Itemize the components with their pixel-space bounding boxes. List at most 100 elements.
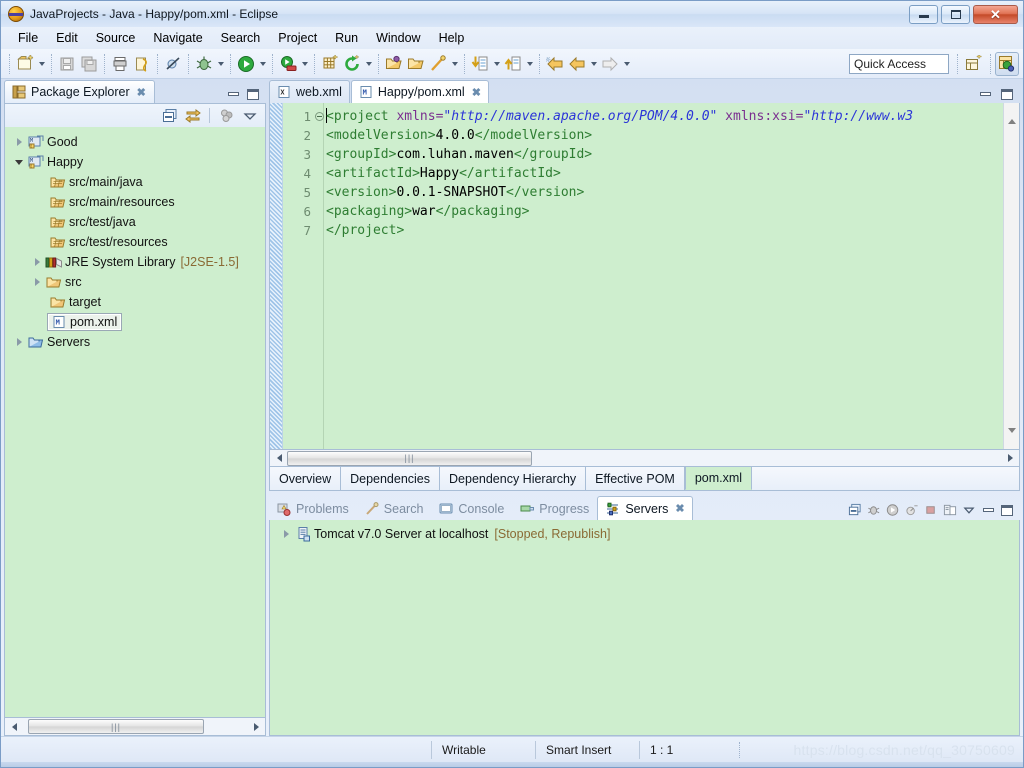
back-icon[interactable]: [544, 53, 566, 75]
close-icon[interactable]: ✖: [472, 86, 481, 99]
chevron-right-icon[interactable]: [29, 278, 45, 286]
start-server-icon[interactable]: [886, 504, 900, 516]
close-icon[interactable]: ✖: [675, 502, 684, 515]
open-type-icon[interactable]: [383, 53, 405, 75]
debug-icon[interactable]: [193, 53, 215, 75]
fold-collapse-icon[interactable]: [315, 112, 324, 121]
next-annotation-icon[interactable]: [469, 53, 491, 75]
tree-item-src-test-java[interactable]: src/test/java: [5, 212, 265, 232]
scroll-up-icon[interactable]: [1007, 105, 1016, 124]
back-dropdown-icon[interactable]: [588, 53, 599, 75]
tab-progress[interactable]: Progress: [512, 496, 597, 520]
scrollbar-thumb[interactable]: |||: [287, 450, 532, 466]
run-server-dropdown-icon[interactable]: [299, 53, 310, 75]
tree-item-src[interactable]: src: [5, 272, 265, 292]
tree-item-jre-system-library[interactable]: JRE System Library [J2SE-1.5]: [5, 252, 265, 272]
chevron-down-icon[interactable]: [11, 159, 27, 165]
close-button[interactable]: ✕: [973, 4, 1018, 24]
stop-server-icon[interactable]: [924, 504, 938, 516]
page-tab-effective-pom[interactable]: Effective POM: [586, 467, 685, 490]
run-icon[interactable]: [235, 53, 257, 75]
new-package-icon[interactable]: [319, 53, 341, 75]
previous-annotation-icon[interactable]: [502, 53, 524, 75]
code-line[interactable]: <version>0.0.1-SNAPSHOT</version>: [324, 183, 1003, 202]
tab-servers[interactable]: Servers ✖: [597, 496, 693, 520]
chevron-right-icon[interactable]: [278, 530, 294, 538]
forward-dropdown-icon[interactable]: [621, 53, 632, 75]
servers-list[interactable]: Tomcat v7.0 Server at localhost [Stopped…: [269, 520, 1020, 736]
maximize-editor-button[interactable]: [1000, 88, 1014, 100]
java-perspective-icon[interactable]: [995, 51, 1019, 76]
code-line[interactable]: <modelVersion>4.0.0</modelVersion>: [324, 126, 1003, 145]
code-text[interactable]: <project xmlns="http://maven.apache.org/…: [324, 103, 1003, 449]
tree-item-servers[interactable]: Servers: [5, 332, 265, 352]
scroll-left-icon[interactable]: [271, 451, 287, 466]
page-tab-dependency-hierarchy[interactable]: Dependency Hierarchy: [440, 467, 587, 490]
forward-back-icon[interactable]: [566, 53, 588, 75]
search-icon[interactable]: [427, 53, 449, 75]
debug-server-icon[interactable]: [867, 504, 881, 516]
page-tab-pom-xml[interactable]: pom.xml: [684, 466, 753, 490]
scrollbar-thumb[interactable]: |||: [28, 719, 204, 734]
minimize-view-button[interactable]: [226, 88, 240, 100]
view-menu-filters-icon[interactable]: [217, 106, 236, 125]
chevron-right-icon[interactable]: [29, 258, 45, 266]
run-server-icon[interactable]: [277, 53, 299, 75]
save-icon[interactable]: [56, 53, 78, 75]
menu-project[interactable]: Project: [269, 29, 326, 47]
tab-search[interactable]: Search: [357, 496, 432, 520]
search-dropdown-icon[interactable]: [449, 53, 460, 75]
menu-navigate[interactable]: Navigate: [144, 29, 211, 47]
tree-item-src-test-resources[interactable]: src/test/resources: [5, 232, 265, 252]
scrollbar-track[interactable]: |||: [287, 450, 1002, 466]
new-perspective-icon[interactable]: [962, 52, 986, 76]
menu-help[interactable]: Help: [430, 29, 474, 47]
editor-tab-web-xml[interactable]: X web.xml: [269, 80, 350, 103]
code-line[interactable]: <groupId>com.luhan.maven</groupId>: [324, 145, 1003, 164]
editor-horizontal-scrollbar[interactable]: |||: [269, 450, 1020, 467]
scroll-right-icon[interactable]: [248, 719, 264, 734]
tree-item-src-main-resources[interactable]: src/main/resources: [5, 192, 265, 212]
minimize-button[interactable]: [909, 4, 938, 24]
menu-file[interactable]: File: [9, 29, 47, 47]
scroll-right-icon[interactable]: [1002, 451, 1018, 466]
menu-window[interactable]: Window: [367, 29, 429, 47]
maximize-view-button[interactable]: [246, 88, 260, 100]
publish-icon[interactable]: [943, 504, 957, 516]
profile-server-icon[interactable]: [905, 504, 919, 516]
server-row-tomcat[interactable]: Tomcat v7.0 Server at localhost [Stopped…: [270, 524, 1019, 544]
menu-search[interactable]: Search: [212, 29, 270, 47]
skip-breakpoints-icon[interactable]: [162, 53, 184, 75]
source-editor[interactable]: 1 2 3 4 5 6 7 <project xmlns="http://mav: [269, 103, 1020, 450]
debug-dropdown-icon[interactable]: [215, 53, 226, 75]
tab-console[interactable]: Console: [431, 496, 512, 520]
minimize-view-button[interactable]: [981, 504, 995, 516]
previous-annotation-dropdown-icon[interactable]: [524, 53, 535, 75]
next-annotation-dropdown-icon[interactable]: [491, 53, 502, 75]
collapse-all-icon[interactable]: [160, 106, 179, 125]
page-tab-dependencies[interactable]: Dependencies: [341, 467, 441, 490]
forward-icon[interactable]: [599, 53, 621, 75]
menu-run[interactable]: Run: [326, 29, 367, 47]
new-wizard-dropdown-icon[interactable]: [36, 53, 47, 75]
refresh-icon[interactable]: [341, 53, 363, 75]
menu-edit[interactable]: Edit: [47, 29, 87, 47]
link-with-editor-icon[interactable]: [183, 106, 202, 125]
tab-problems[interactable]: Problems: [269, 496, 357, 520]
tree-item-pom-xml[interactable]: M pom.xml: [5, 312, 265, 332]
chevron-right-icon[interactable]: [11, 138, 27, 146]
maximize-button[interactable]: [941, 4, 970, 24]
run-dropdown-icon[interactable]: [257, 53, 268, 75]
code-line[interactable]: <packaging>war</packaging>: [324, 202, 1003, 221]
save-all-icon[interactable]: [78, 53, 100, 75]
menu-source[interactable]: Source: [87, 29, 145, 47]
code-line[interactable]: <artifactId>Happy</artifactId>: [324, 164, 1003, 183]
build-all-icon[interactable]: [131, 53, 153, 75]
code-line[interactable]: </project>: [324, 221, 1003, 240]
minimize-editor-button[interactable]: [978, 88, 992, 100]
view-menu-icon[interactable]: [240, 106, 259, 125]
chevron-right-icon[interactable]: [11, 338, 27, 346]
annotation-ruler[interactable]: [270, 103, 283, 449]
new-wizard-icon[interactable]: [14, 53, 36, 75]
refresh-dropdown-icon[interactable]: [363, 53, 374, 75]
